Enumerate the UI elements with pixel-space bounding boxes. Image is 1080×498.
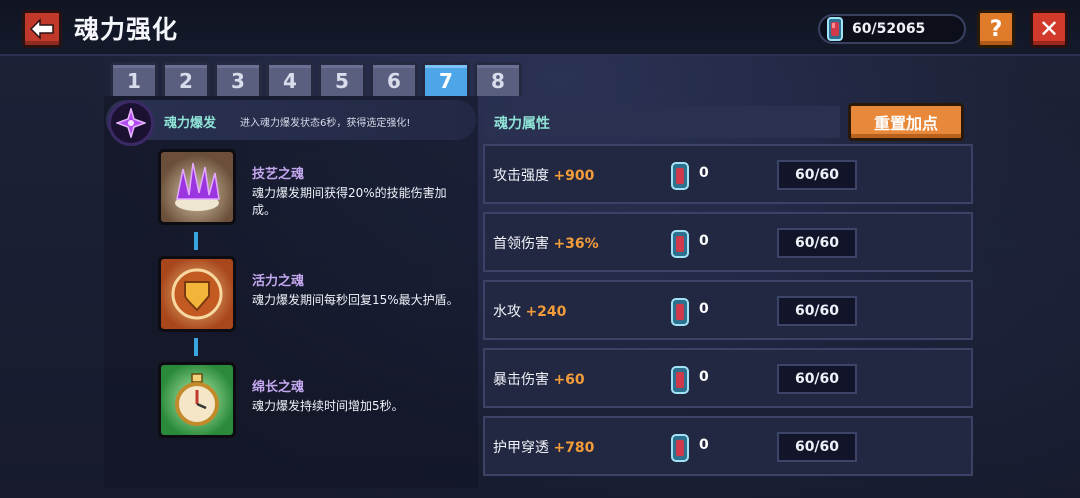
attribute-point-count: 0 — [699, 301, 709, 317]
attribute-name: 首领伤害 — [493, 236, 549, 252]
skill-name: 活力之魂 — [252, 274, 305, 289]
skill-name: 绵长之魂 — [252, 380, 305, 395]
reset-points-button[interactable]: 重置加点 — [848, 103, 964, 141]
shield-emblem-icon[interactable] — [158, 256, 236, 332]
attribute-level-button[interactable]: 60/60 — [777, 228, 857, 258]
attribute-name: 护甲穿透 — [493, 440, 549, 456]
attribute-name: 暴击伤害 — [493, 372, 549, 388]
tab-7[interactable]: 7 — [422, 62, 470, 96]
soul-gem-icon — [671, 434, 689, 462]
tab-4[interactable]: 4 — [266, 62, 314, 96]
back-button[interactable] — [22, 10, 62, 48]
attribute-point-count: 0 — [699, 369, 709, 385]
skill-description: 魂力爆发期间每秒回复15%最大护盾。 — [252, 293, 459, 307]
attribute-label: 护甲穿透 +780 — [493, 437, 594, 457]
soul-burst-title: 魂力爆发 — [164, 116, 217, 131]
attribute-label: 攻击强度 +900 — [493, 165, 594, 185]
attribute-level-button[interactable]: 60/60 — [777, 296, 857, 326]
page-tabs: 1 2 3 4 5 6 7 8 — [110, 62, 522, 96]
attribute-label: 水攻 +240 — [493, 301, 566, 321]
attribute-bonus: +240 — [525, 304, 567, 320]
skill-connector — [194, 232, 198, 250]
skill-description: 魂力爆发持续时间增加5秒。 — [252, 399, 404, 413]
tab-2[interactable]: 2 — [162, 62, 210, 96]
soul-attributes-header: 魂力属性 — [484, 106, 840, 138]
attribute-level-button[interactable]: 60/60 — [777, 160, 857, 190]
soul-attributes-title: 魂力属性 — [494, 116, 550, 132]
attribute-bonus: +60 — [553, 372, 585, 388]
stopwatch-icon[interactable] — [158, 362, 236, 438]
attribute-bonus: +900 — [553, 168, 595, 184]
close-button[interactable]: ✕ — [1030, 10, 1068, 48]
attribute-point-count: 0 — [699, 233, 709, 249]
attribute-label: 暴击伤害 +60 — [493, 369, 585, 389]
attribute-level-button[interactable]: 60/60 — [777, 364, 857, 394]
soul-gem-icon — [671, 230, 689, 258]
soul-burst-icon — [108, 100, 154, 146]
tab-8[interactable]: 8 — [474, 62, 522, 96]
attribute-name: 攻击强度 — [493, 168, 549, 184]
tab-1[interactable]: 1 — [110, 62, 158, 96]
tab-6[interactable]: 6 — [370, 62, 418, 96]
attribute-point-count: 0 — [699, 165, 709, 181]
soul-gem-icon — [671, 162, 689, 190]
attribute-name: 水攻 — [493, 304, 521, 320]
attribute-row: 攻击强度 +900 0 60/60 — [483, 144, 973, 204]
soul-gem-icon — [671, 366, 689, 394]
skill-connector — [194, 338, 198, 356]
tab-3[interactable]: 3 — [214, 62, 262, 96]
soul-currency-display: 60/52065 — [818, 14, 966, 44]
skill-name: 技艺之魂 — [252, 167, 305, 182]
header-bar: 魂力强化 60/52065 ? ✕ — [0, 0, 1080, 56]
attribute-bonus: +36% — [553, 236, 599, 252]
help-button[interactable]: ? — [977, 10, 1015, 48]
attribute-point-count: 0 — [699, 437, 709, 453]
soul-burst-description: 进入魂力爆发状态6秒，获得选定强化! — [240, 118, 411, 129]
soul-gem-icon — [671, 298, 689, 326]
page-title: 魂力强化 — [74, 15, 179, 44]
tab-5[interactable]: 5 — [318, 62, 366, 96]
soul-gem-icon — [827, 17, 843, 41]
attribute-level-button[interactable]: 60/60 — [777, 432, 857, 462]
skill-description: 魂力爆发期间获得20%的技能伤害加成。 — [252, 186, 447, 217]
purple-star-icon — [116, 108, 146, 138]
attribute-bonus: +780 — [553, 440, 595, 456]
attribute-row: 水攻 +240 0 60/60 — [483, 280, 973, 340]
attribute-row: 首领伤害 +36% 0 60/60 — [483, 212, 973, 272]
attribute-label: 首领伤害 +36% — [493, 233, 599, 253]
arrow-left-icon — [29, 18, 54, 40]
attribute-row: 护甲穿透 +780 0 60/60 — [483, 416, 973, 476]
attribute-row: 暴击伤害 +60 0 60/60 — [483, 348, 973, 408]
purple-crystal-icon[interactable] — [158, 149, 236, 225]
currency-value: 60/52065 — [852, 21, 926, 37]
